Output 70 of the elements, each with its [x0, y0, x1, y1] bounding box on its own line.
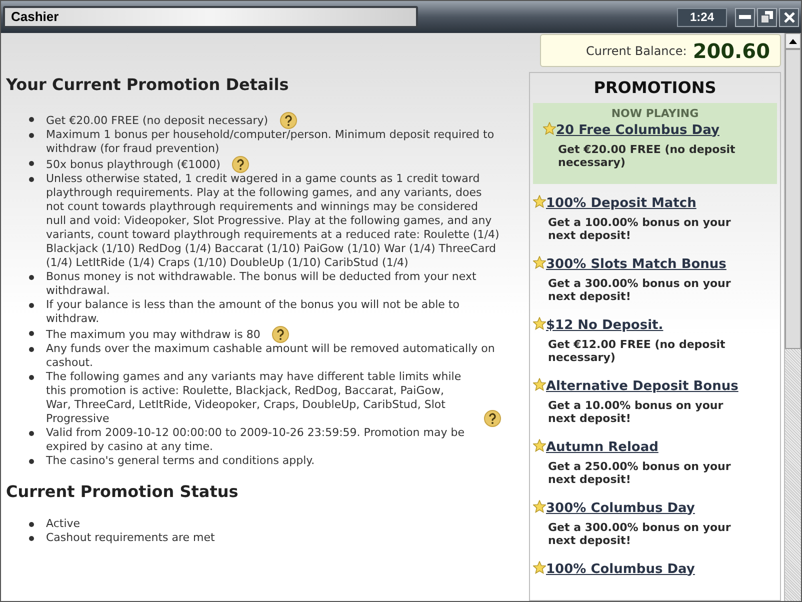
detail-text: 50x bonus playthrough (€1000): [46, 158, 220, 172]
help-icon[interactable]: [484, 410, 501, 427]
star-icon: [543, 122, 556, 134]
detail-text: The maximum you may withdraw is 80: [46, 328, 260, 342]
detail-text: Maximum 1 bonus per household/computer/person. Minimum deposit required to withdraw (for fraud prevention): [46, 128, 496, 156]
help-icon[interactable]: [272, 326, 290, 343]
close-icon: [784, 12, 794, 22]
promotion-link[interactable]: 300% Columbus Day: [546, 500, 695, 516]
detail-text: Any funds over the maximum cashable amount will be removed automatically on cashout.: [46, 342, 496, 370]
scroll-up-icon[interactable]: [785, 33, 801, 49]
promotion-link[interactable]: Autumn Reload: [546, 440, 658, 456]
bullet-icon: [29, 117, 34, 122]
promotion-link[interactable]: 100% Deposit Match: [546, 196, 696, 212]
bullet-icon: [29, 331, 34, 336]
promotion-link[interactable]: Alternative Deposit Bonus: [546, 378, 738, 394]
balance-label: Current Balance:: [586, 42, 687, 60]
detail-text: Unless otherwise stated, 1 credit wagered in a game counts as 1 credit toward playthrough requirements. Play at the following games, and any variants, does not count towards playthrough requirements and winnings may be considered null and void: Videopoker, Slot Progressive. Play at the following games, and any variants, count toward playthrough requirements at a reduced rate: Roulette (1/4) Blackjack (1/10) RedDog (1/4) Baccarat (1/10) PaiGow (1/10) War (1/4) ThreeCard (1/4) LetItRide (1/4) Craps (1/10) DoubleUp (1/10) CaribStud (1/4): [46, 172, 500, 270]
detail-text: Bonus money is not withdrawable. The bonus will be deducted from your next withdrawal.: [46, 270, 478, 298]
clock: 1:24: [677, 8, 727, 26]
maximize-button[interactable]: [757, 8, 777, 26]
detail-text: If your balance is less than the amount of the bonus you will not be able to withdraw.: [46, 298, 460, 326]
bullet-icon: [29, 347, 34, 352]
detail-text: Get €20.00 FREE (no deposit necessary): [46, 114, 268, 128]
bullet-icon: [29, 177, 34, 182]
detail-text: The following games and any variants may have different table limits while this promotion is active: Roulette, Blackjack, RedDog, Baccarat, PaiGow, War, ThreeCard, LetItRide, Videopoker, Craps, DoubleUp, CaribStud, Slot Progressive: [46, 370, 462, 426]
bullet-icon: [29, 522, 34, 527]
star-icon: [533, 500, 546, 512]
status-heading: Current Promotion Status: [6, 482, 240, 502]
help-icon[interactable]: [280, 112, 298, 129]
bullet-icon: [29, 275, 34, 280]
promotion-link[interactable]: $12 No Deposit.: [546, 318, 664, 334]
scrollbar[interactable]: [784, 33, 801, 601]
bullet-icon: [29, 375, 34, 380]
window-title: Cashier: [3, 6, 418, 28]
status-text: Active: [46, 517, 80, 530]
promotion-link[interactable]: 100% Columbus Day: [546, 562, 695, 578]
detail-text: The casino's general terms and conditions apply.: [46, 454, 315, 468]
promotion-link[interactable]: 300% Slots Match Bonus: [546, 256, 726, 272]
bullet-icon: [29, 459, 34, 464]
promotion-description: Get a 100.00% bonus on your next deposit!: [547, 216, 732, 242]
detail-text: Valid from 2009-10-12 00:00:00 to 2009-10-26 23:59:59. Promotion may be expired by casino at any time.: [46, 426, 466, 454]
bullet-icon: [29, 431, 34, 436]
promotion-description: Get a 300.00% bonus on your next deposit!: [547, 276, 732, 302]
promotion-description: Get €20.00 FREE (no deposit necessary): [557, 142, 736, 168]
help-icon[interactable]: [232, 156, 250, 173]
status-text: Cashout requirements are met: [46, 531, 215, 544]
star-icon: [533, 316, 546, 330]
promotion-description: Get €12.00 FREE (no deposit necessary): [547, 338, 726, 364]
bullet-icon: [29, 133, 34, 138]
promotions-heading: PROMOTIONS: [592, 77, 718, 99]
minimize-icon: [739, 15, 751, 19]
close-button[interactable]: [779, 8, 799, 26]
details-heading: Your Current Promotion Details: [6, 75, 290, 95]
star-icon: [533, 194, 546, 208]
promotion-link[interactable]: 20 Free Columbus Day: [556, 122, 720, 138]
star-icon: [533, 256, 546, 268]
star-icon: [533, 560, 546, 574]
balance-value: 200.60: [692, 38, 770, 64]
minimize-button[interactable]: [735, 8, 755, 26]
star-icon: [533, 378, 546, 390]
bullet-icon: [29, 161, 34, 166]
bullet-icon: [29, 303, 34, 308]
star-icon: [533, 438, 546, 452]
scroll-thumb[interactable]: [785, 49, 801, 349]
bullet-icon: [29, 536, 34, 541]
promotion-description: Get a 10.00% bonus on your next deposit!: [547, 398, 724, 424]
restore-icon: [761, 11, 773, 23]
promotion-description: Get a 250.00% bonus on your next deposit!: [547, 460, 732, 486]
now-playing-label: NOW PLAYING: [610, 106, 700, 122]
promotion-description: Get a 300.00% bonus on your next deposit!: [547, 520, 732, 546]
